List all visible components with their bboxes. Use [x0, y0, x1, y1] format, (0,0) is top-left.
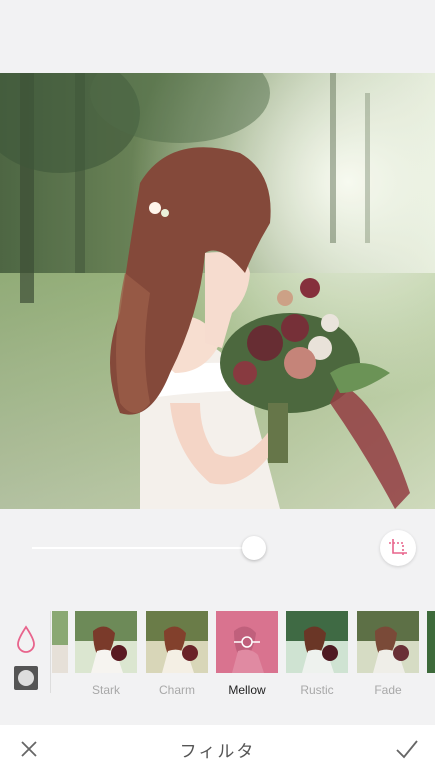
bottom-bar: フィルタ	[0, 725, 435, 773]
crop-button[interactable]	[380, 530, 416, 566]
filter-thumb-partial-left[interactable]	[52, 611, 68, 673]
checkmark-icon[interactable]	[394, 737, 420, 761]
filter-thumb-rustic[interactable]	[286, 611, 348, 673]
intensity-slider-thumb[interactable]	[242, 536, 266, 560]
status-area	[0, 0, 435, 73]
filter-label-rustic: Rustic	[300, 683, 334, 697]
filter-label-fade: Fade	[374, 683, 402, 697]
filter-thumb-fade[interactable]	[357, 611, 419, 673]
crop-icon	[389, 539, 407, 557]
filter-label-mellow: Mellow	[228, 683, 266, 697]
filter-label-charm: Charm	[158, 683, 195, 697]
filter-label-stark: Stark	[91, 683, 120, 697]
divider	[50, 611, 51, 693]
page-title: フィルタ	[179, 742, 256, 762]
filter-bar: Stark Charm Mellow Rustic Fade	[0, 603, 435, 725]
filter-thumb-stark[interactable]	[75, 611, 137, 673]
side-tools	[0, 603, 50, 725]
filter-thumb-partial-right[interactable]	[427, 611, 435, 673]
adjust-controls	[0, 509, 435, 603]
vignette-icon[interactable]	[14, 666, 38, 690]
photo-preview	[0, 73, 435, 509]
intensity-slider-track[interactable]	[32, 547, 254, 549]
filter-thumb-charm[interactable]	[146, 611, 208, 673]
drop-icon[interactable]	[14, 625, 38, 653]
filter-thumb-mellow[interactable]	[216, 611, 278, 673]
